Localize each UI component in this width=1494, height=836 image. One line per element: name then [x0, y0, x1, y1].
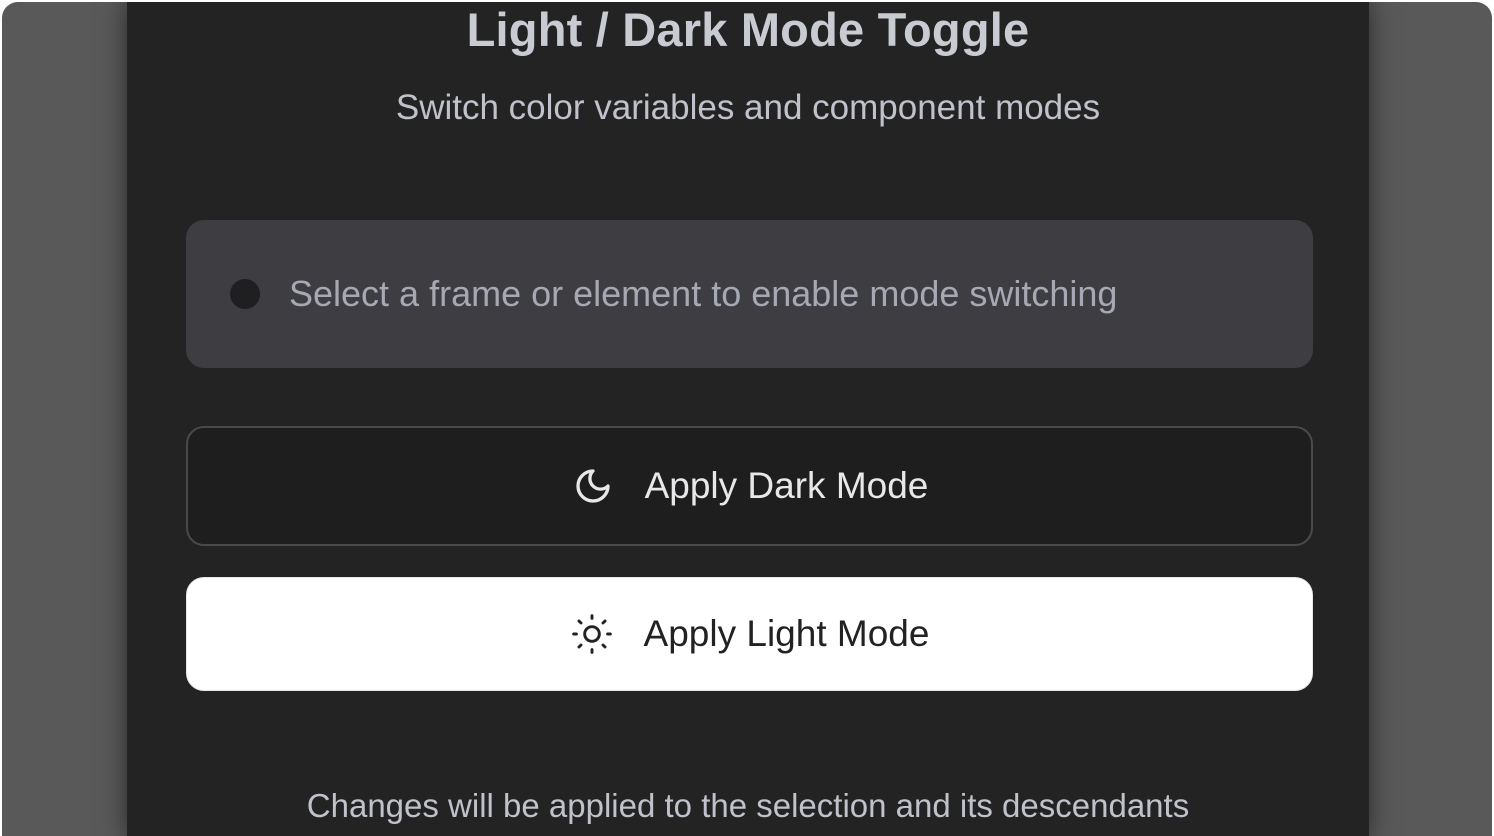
- window-frame: Light / Dark Mode Toggle Switch color va…: [2, 2, 1492, 836]
- apply-dark-mode-label: Apply Dark Mode: [644, 465, 929, 506]
- plugin-panel: Light / Dark Mode Toggle Switch color va…: [127, 2, 1369, 836]
- sun-icon: [570, 612, 614, 656]
- status-message: Select a frame or element to enable mode…: [289, 273, 1118, 314]
- apply-light-mode-label: Apply Light Mode: [643, 613, 930, 654]
- page-title: Light / Dark Mode Toggle: [466, 3, 1030, 56]
- apply-dark-mode-button[interactable]: Apply Dark Mode: [186, 426, 1313, 546]
- selection-status-box: Select a frame or element to enable mode…: [186, 220, 1313, 368]
- status-indicator-dot: [230, 279, 260, 309]
- page-subtitle: Switch color variables and component mod…: [395, 88, 1101, 127]
- footer-note: Changes will be applied to the selection…: [306, 787, 1190, 824]
- apply-light-mode-button[interactable]: Apply Light Mode: [186, 577, 1313, 691]
- moon-icon: [571, 464, 615, 508]
